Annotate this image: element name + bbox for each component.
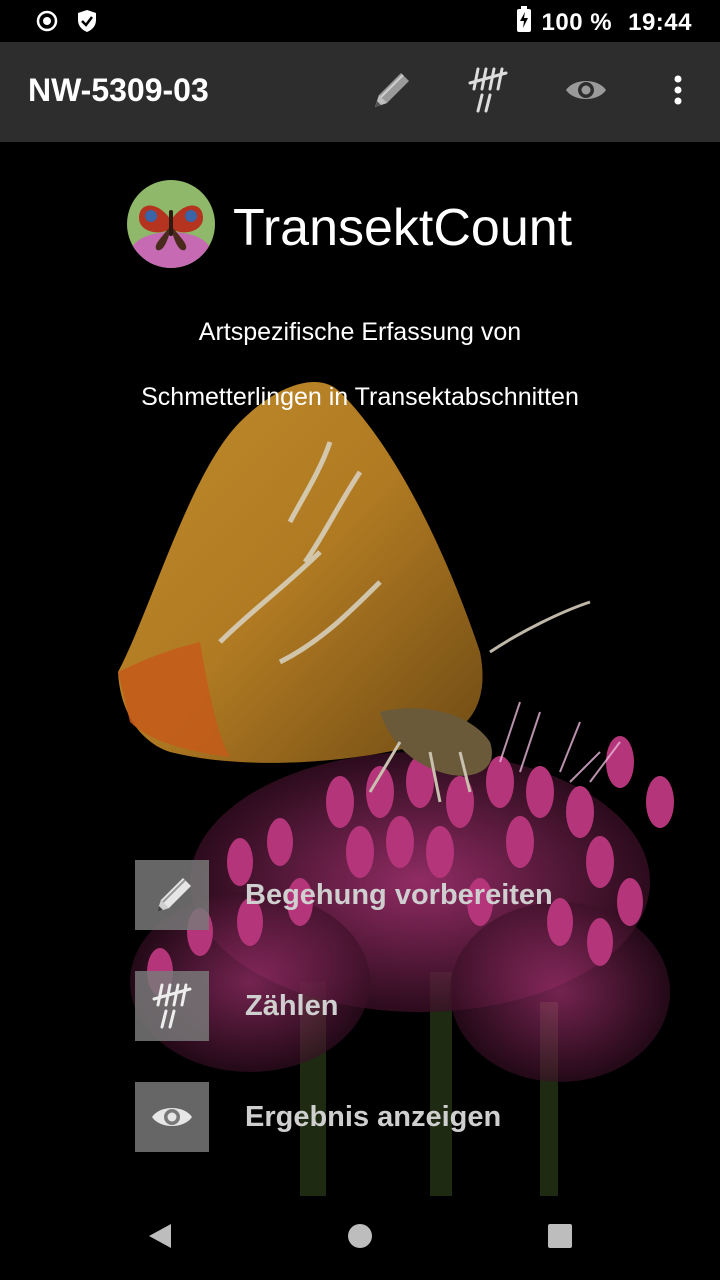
app-logo [127, 180, 215, 268]
prepare-survey-label: Begehung vorbereiten [245, 878, 553, 911]
back-button[interactable] [140, 1218, 180, 1258]
tally-icon [135, 971, 209, 1041]
shield-icon [76, 9, 98, 38]
pencil-icon [135, 860, 209, 930]
main-content: TransektCount Artspezifische Erfassung v… [0, 142, 720, 1196]
show-results-label: Ergebnis anzeigen [245, 1100, 502, 1133]
home-button[interactable] [340, 1218, 380, 1258]
edit-button[interactable] [360, 64, 420, 120]
description-line-2: Schmetterlingen in Transektabschnitten [141, 383, 579, 411]
prepare-survey-button[interactable]: Begehung vorbereiten [135, 860, 635, 930]
eye-icon [564, 75, 608, 110]
recents-icon [547, 1223, 573, 1254]
count-menu-button[interactable]: Zählen [135, 971, 635, 1041]
pencil-icon [367, 67, 413, 118]
battery-charging-icon [516, 6, 532, 39]
record-icon [36, 10, 58, 37]
app-name: TransektCount [233, 199, 573, 257]
navigation-bar [0, 1196, 720, 1280]
clock: 19:44 [628, 8, 692, 36]
status-bar: 100 % 19:44 [0, 0, 720, 42]
more-vert-icon [673, 75, 683, 110]
results-button[interactable] [556, 64, 616, 120]
eye-icon [135, 1082, 209, 1152]
home-icon [347, 1223, 373, 1254]
battery-percent: 100 % [541, 8, 613, 36]
back-icon [147, 1222, 173, 1255]
app-bar: NW-5309-03 [0, 42, 720, 142]
overflow-menu-button[interactable] [648, 64, 708, 120]
show-results-button[interactable]: Ergebnis anzeigen [135, 1082, 635, 1152]
count-label: Zählen [245, 989, 339, 1022]
transect-title: NW-5309-03 [28, 72, 209, 108]
count-button[interactable] [458, 64, 518, 120]
description-line-1: Artspezifische Erfassung von [198, 318, 522, 346]
tally-icon [468, 65, 508, 120]
recents-button[interactable] [540, 1218, 580, 1258]
